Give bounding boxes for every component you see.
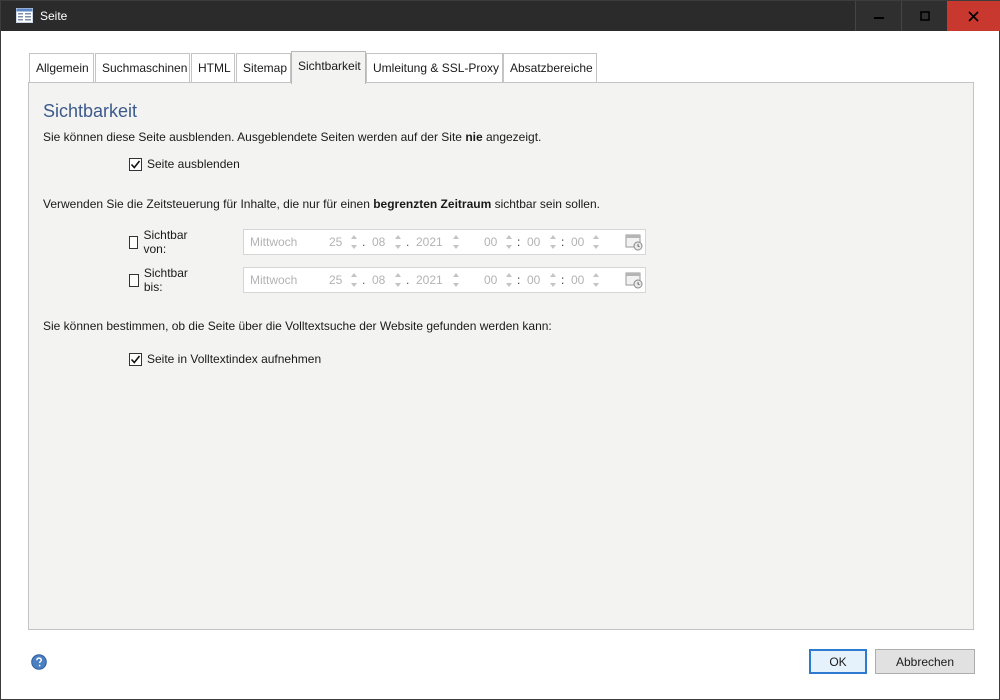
day-spinner-icon[interactable] (351, 271, 357, 289)
checkbox-box[interactable] (129, 235, 139, 249)
second-field[interactable]: 00 (571, 273, 584, 287)
checkbox-box[interactable] (129, 273, 139, 287)
page-icon (16, 8, 33, 23)
visible-from-label: Sichtbar von: (143, 228, 188, 256)
month-field[interactable]: 08 (372, 273, 385, 287)
fulltext-index-checkbox[interactable]: Seite in Volltextindex aufnehmen (129, 351, 321, 367)
checkmark-icon (130, 160, 141, 169)
hide-page-checkbox[interactable]: Seite ausblenden (129, 156, 240, 172)
calendar-icon[interactable] (625, 271, 643, 289)
second-spinner-icon[interactable] (593, 233, 599, 251)
weekday-field[interactable]: Mittwoch (250, 235, 297, 249)
hide-description: Sie können diese Seite ausblenden. Ausge… (43, 130, 541, 144)
month-spinner-icon[interactable] (395, 271, 401, 289)
second-spinner-icon[interactable] (593, 271, 599, 289)
month-field[interactable]: 08 (372, 235, 385, 249)
hour-field[interactable]: 00 (484, 235, 497, 249)
visible-until-datetime[interactable]: Mittwoch 25 . 08 . 2021 00 : 00 : 00 (243, 267, 646, 293)
tab-sichtbarkeit[interactable]: Sichtbarkeit (291, 51, 366, 84)
close-button[interactable] (947, 1, 1000, 31)
date-separator: . (406, 235, 410, 249)
minute-spinner-icon[interactable] (550, 233, 556, 251)
close-icon (968, 10, 979, 22)
cancel-button[interactable]: Abbrechen (875, 649, 975, 674)
weekday-field[interactable]: Mittwoch (250, 273, 297, 287)
dialog-window: Seite Allgemein Suchmaschinen HTML Sitem… (0, 0, 1000, 700)
tab-sitemap[interactable]: Sitemap (236, 53, 291, 83)
time-separator: : (561, 273, 565, 287)
minute-spinner-icon[interactable] (550, 271, 556, 289)
maximize-icon (919, 11, 930, 21)
timing-description: Verwenden Sie die Zeitsteuerung für Inha… (43, 197, 600, 211)
tab-umleitung-ssl-proxy[interactable]: Umleitung & SSL-Proxy (366, 53, 503, 83)
minimize-button[interactable] (855, 1, 901, 31)
tab-html[interactable]: HTML (191, 53, 235, 83)
visible-from-checkbox[interactable]: Sichtbar von: (129, 228, 191, 256)
day-field[interactable]: 25 (329, 235, 342, 249)
time-separator: : (517, 235, 521, 249)
month-spinner-icon[interactable] (395, 233, 401, 251)
timing-text-post: sichtbar sein sollen. (491, 197, 600, 211)
hide-text-pre: Sie können diese Seite ausblenden. Ausge… (43, 130, 466, 144)
checkbox-box[interactable] (129, 157, 142, 171)
hour-spinner-icon[interactable] (506, 233, 512, 251)
title-bar[interactable]: Seite (1, 1, 1000, 31)
minute-field[interactable]: 00 (527, 273, 540, 287)
time-separator: : (517, 273, 521, 287)
tab-allgemein[interactable]: Allgemein (29, 53, 94, 83)
date-separator: . (362, 235, 366, 249)
ok-button[interactable]: OK (809, 649, 867, 674)
hour-field[interactable]: 00 (484, 273, 497, 287)
search-description: Sie können bestimmen, ob die Seite über … (43, 319, 552, 333)
minimize-icon (873, 17, 884, 19)
hour-spinner-icon[interactable] (506, 271, 512, 289)
hide-text-post: angezeigt. (482, 130, 542, 144)
tab-suchmaschinen[interactable]: Suchmaschinen (95, 53, 190, 83)
year-spinner-icon[interactable] (453, 233, 459, 251)
year-field[interactable]: 2021 (416, 273, 443, 287)
timing-text-bold: begrenzten Zeitraum (373, 197, 492, 211)
sichtbarkeit-panel: Sichtbarkeit Sie können diese Seite ausb… (28, 82, 974, 630)
minute-field[interactable]: 00 (527, 235, 540, 249)
hide-text-bold: nie (465, 130, 483, 144)
checkbox-box[interactable] (129, 352, 142, 366)
section-heading: Sichtbarkeit (43, 101, 138, 121)
date-separator: . (406, 273, 410, 287)
visible-until-checkbox[interactable]: Sichtbar bis: (129, 266, 191, 294)
date-separator: . (362, 273, 366, 287)
visible-until-label: Sichtbar bis: (143, 266, 188, 294)
second-field[interactable]: 00 (571, 235, 584, 249)
year-field[interactable]: 2021 (416, 235, 443, 249)
hide-page-label: Seite ausblenden (147, 157, 240, 171)
day-spinner-icon[interactable] (351, 233, 357, 251)
calendar-icon[interactable] (625, 233, 643, 251)
visible-from-datetime[interactable]: Mittwoch 25 . 08 . 2021 00 : 00 : 00 (243, 229, 646, 255)
window-title: Seite (40, 9, 68, 23)
year-spinner-icon[interactable] (453, 271, 459, 289)
help-icon[interactable] (31, 654, 47, 670)
timing-text-pre: Verwenden Sie die Zeitsteuerung für Inha… (43, 197, 374, 211)
time-separator: : (561, 235, 565, 249)
maximize-button[interactable] (901, 1, 947, 31)
fulltext-index-label: Seite in Volltextindex aufnehmen (147, 352, 322, 366)
day-field[interactable]: 25 (329, 273, 342, 287)
tab-absatzbereiche[interactable]: Absatzbereiche (503, 53, 597, 83)
checkmark-icon (130, 355, 141, 364)
